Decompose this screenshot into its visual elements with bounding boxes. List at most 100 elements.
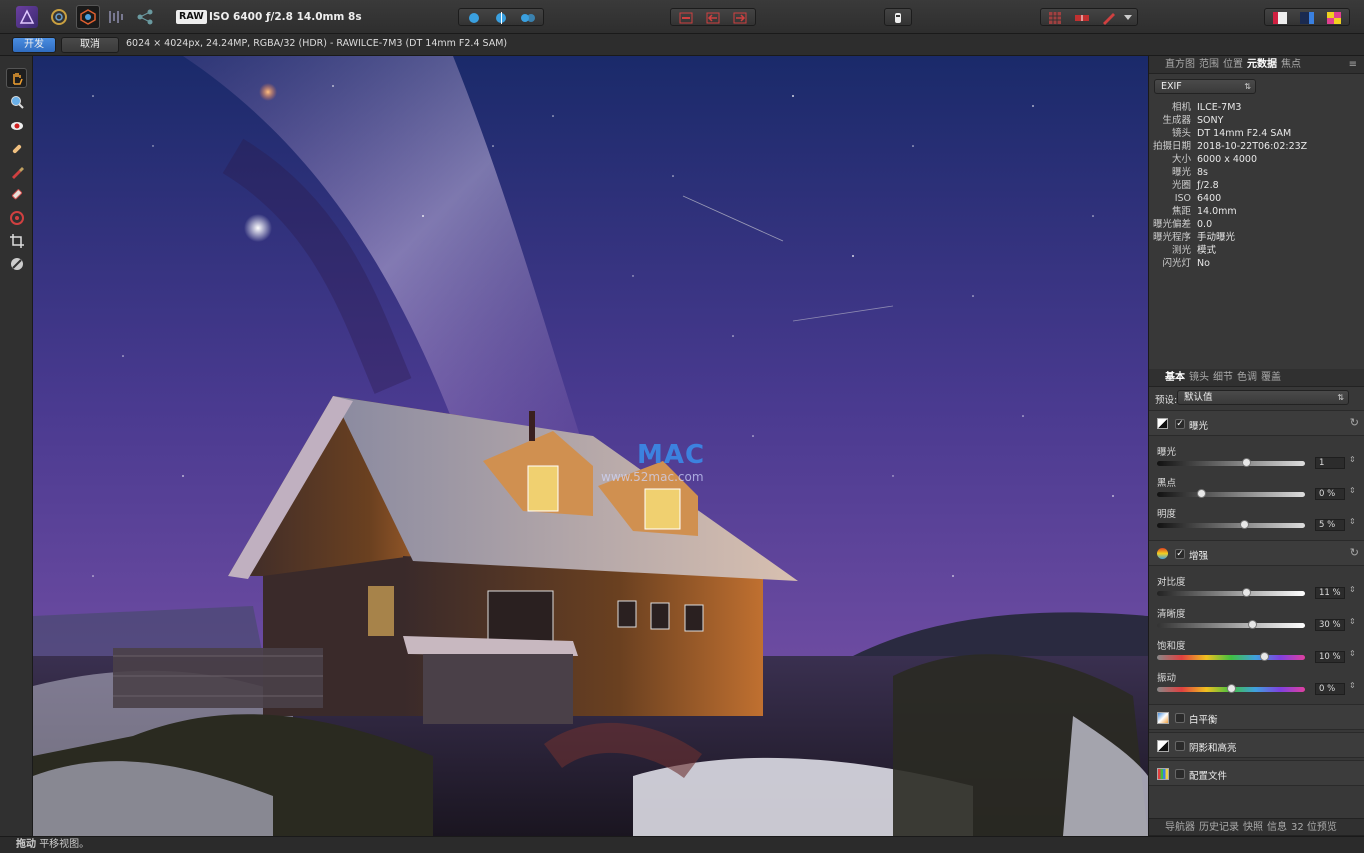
tab-details[interactable]: 细节 — [1213, 372, 1233, 383]
white-balance-checkbox[interactable] — [1175, 713, 1185, 723]
slider-value-field[interactable]: 5 % — [1315, 519, 1345, 531]
slider-value-field[interactable]: 1 — [1315, 457, 1345, 469]
slider-track[interactable] — [1157, 520, 1305, 529]
brush-overlay-button[interactable] — [1098, 11, 1120, 25]
color-studio-icon[interactable] — [1323, 11, 1345, 25]
exposure-enable-checkbox[interactable]: ✓ — [1175, 419, 1185, 429]
enhance-section-icon — [1157, 548, 1168, 559]
slider-knob[interactable] — [1241, 458, 1251, 467]
tab-history[interactable]: 历史记录 — [1199, 822, 1239, 833]
slider-value-field[interactable]: 0 % — [1315, 488, 1345, 500]
metadata-type-select[interactable]: EXIF — [1154, 79, 1256, 94]
slider-label: 曝光 — [1157, 447, 1177, 458]
shadows-highlights-title: 阴影和高亮 — [1189, 743, 1237, 754]
right-studio-icon[interactable] — [1296, 11, 1318, 25]
white-balance-tool-icon[interactable] — [6, 254, 27, 274]
tab-info[interactable]: 信息 — [1267, 822, 1287, 833]
slider-value-field[interactable]: 10 % — [1315, 651, 1345, 663]
crop-tool-icon[interactable] — [6, 231, 27, 251]
tab-tones[interactable]: 色调 — [1237, 372, 1257, 383]
stepper-icon[interactable]: ⇕ — [1349, 617, 1356, 626]
stepper-icon[interactable]: ⇕ — [1349, 517, 1356, 526]
enhance-enable-checkbox[interactable]: ✓ — [1175, 549, 1185, 559]
stepper-icon[interactable]: ⇕ — [1349, 486, 1356, 495]
exif-value: 8s — [1197, 167, 1208, 178]
left-studio-icon[interactable] — [1269, 11, 1291, 25]
slider-knob[interactable] — [1247, 620, 1257, 629]
photo-canvas[interactable]: MAC www.52mac.com — [33, 56, 1148, 836]
reset-enhance-icon[interactable]: ↻ — [1350, 546, 1359, 559]
tab-lens[interactable]: 镜头 — [1189, 372, 1209, 383]
preset-label: 预设: — [1155, 395, 1178, 406]
slider-knob[interactable] — [1240, 520, 1250, 529]
slider-track[interactable] — [1157, 684, 1305, 693]
slider-track[interactable] — [1157, 489, 1305, 498]
stepper-icon[interactable]: ⇕ — [1349, 649, 1356, 658]
develop-tabs: 基本 镜头 细节 色调 覆盖 — [1149, 369, 1364, 387]
shadows-highlights-checkbox[interactable] — [1175, 741, 1185, 751]
slider-value-field[interactable]: 30 % — [1315, 619, 1345, 631]
cancel-button[interactable]: 取消 — [61, 37, 119, 53]
blemish-tool-icon[interactable] — [6, 139, 27, 159]
stepper-icon[interactable]: ⇕ — [1349, 681, 1356, 690]
reset-exposure-icon[interactable]: ↻ — [1350, 416, 1359, 429]
profile-section[interactable]: 配置文件 — [1149, 760, 1364, 786]
tab-metadata[interactable]: 元数据 — [1247, 59, 1277, 70]
slider-track[interactable] — [1157, 588, 1305, 597]
stepper-icon[interactable]: ⇕ — [1349, 455, 1356, 464]
white-balance-section[interactable]: 白平衡 — [1149, 704, 1364, 730]
exposure-info: ISO 6400 ƒ/2.8 14.0mm 8s — [209, 11, 362, 23]
tab-snapshots[interactable]: 快照 — [1243, 822, 1263, 833]
develop-persona-icon[interactable] — [76, 5, 100, 29]
split-view-button[interactable] — [490, 11, 512, 25]
single-view-button[interactable] — [463, 11, 485, 25]
profile-checkbox[interactable] — [1175, 769, 1185, 779]
slider-value-field[interactable]: 11 % — [1315, 587, 1345, 599]
export-persona-icon[interactable] — [134, 6, 156, 28]
tab-focus[interactable]: 焦点 — [1281, 59, 1301, 70]
tab-32bit-preview[interactable]: 32 位预览 — [1291, 822, 1337, 833]
bottom-tabs: 导航器 历史记录 快照 信息 32 位预览 — [1149, 818, 1364, 836]
clip-shadows-button[interactable] — [675, 11, 697, 25]
red-eye-tool-icon[interactable] — [6, 116, 27, 136]
exif-key: ISO — [1174, 193, 1191, 204]
preset-select[interactable]: 默认值 — [1177, 390, 1349, 405]
slider-knob[interactable] — [1197, 489, 1207, 498]
overlay-erase-tool-icon[interactable] — [6, 185, 27, 205]
tab-location[interactable]: 位置 — [1223, 59, 1243, 70]
slider-track[interactable] — [1157, 458, 1305, 467]
slider-knob[interactable] — [1227, 684, 1236, 693]
mirror-view-button[interactable] — [517, 11, 539, 25]
assistant-button[interactable] — [884, 8, 912, 26]
camera-info: ILCE-7M3 (DT 14mm F2.4 SAM) — [358, 38, 508, 49]
tab-histogram[interactable]: 直方图 — [1165, 59, 1195, 70]
tone-mapping-persona-icon[interactable] — [106, 6, 128, 28]
shadows-highlights-section[interactable]: 阴影和高亮 — [1149, 732, 1364, 758]
tab-scope[interactable]: 范围 — [1199, 59, 1219, 70]
develop-button[interactable]: 开发 — [12, 37, 56, 53]
exif-value: No — [1197, 258, 1210, 269]
slider-value-field[interactable]: 0 % — [1315, 683, 1345, 695]
liquify-persona-icon[interactable] — [48, 6, 70, 28]
affinity-photo-persona-icon[interactable] — [16, 6, 38, 28]
slider-knob[interactable] — [1241, 588, 1251, 597]
panel-menu-icon[interactable]: ≡ — [1349, 56, 1357, 74]
overlay-paint-tool-icon[interactable] — [6, 162, 27, 182]
chevron-down-icon[interactable] — [1121, 11, 1135, 25]
stepper-icon[interactable]: ⇕ — [1349, 585, 1356, 594]
slider-label: 明度 — [1157, 509, 1177, 520]
clip-midtones-button[interactable] — [702, 11, 724, 25]
slider-track[interactable] — [1157, 652, 1305, 661]
clip-highlights-button[interactable] — [729, 11, 751, 25]
overlay-gradient-tool-icon[interactable] — [6, 208, 27, 228]
slider-knob[interactable] — [1259, 652, 1269, 661]
hand-tool-icon[interactable] — [6, 68, 27, 88]
tab-navigator[interactable]: 导航器 — [1165, 822, 1195, 833]
tab-overlays[interactable]: 覆盖 — [1261, 372, 1281, 383]
zoom-tool-icon[interactable] — [6, 92, 27, 112]
compare-overlay-button[interactable] — [1071, 11, 1093, 25]
slider-track[interactable] — [1157, 620, 1305, 629]
exif-key: 曝光 — [1171, 167, 1191, 178]
tab-basic[interactable]: 基本 — [1165, 372, 1185, 383]
grid-overlay-button[interactable] — [1044, 11, 1066, 25]
